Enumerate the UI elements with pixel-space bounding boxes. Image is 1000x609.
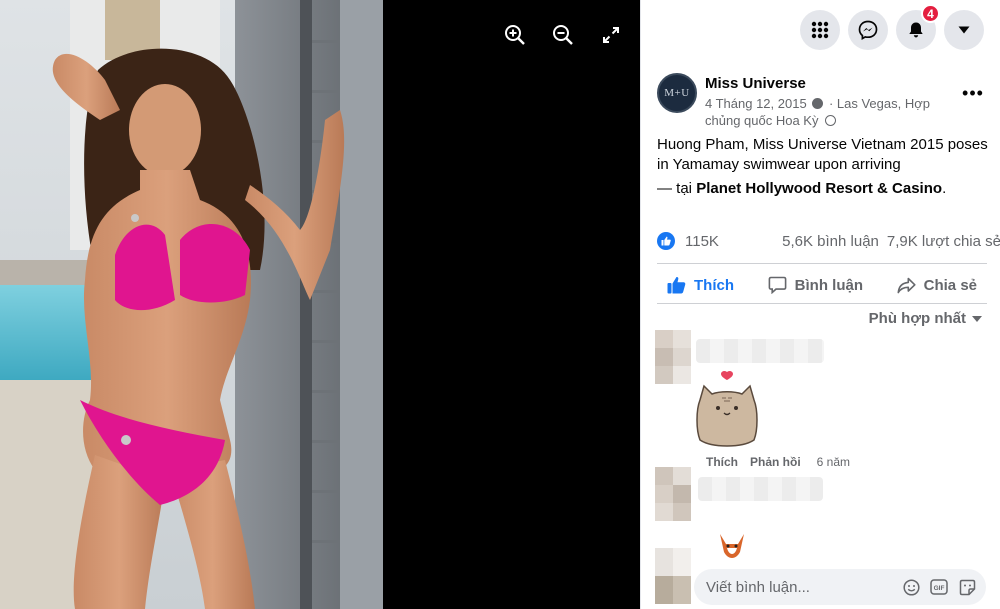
- menu-grid-button[interactable]: [800, 10, 840, 50]
- messenger-icon: [858, 20, 878, 40]
- zoom-in-icon[interactable]: [502, 22, 528, 48]
- checkin-line: — tại Planet Hollywood Resort & Casino.: [657, 180, 992, 197]
- bell-icon: [909, 22, 923, 38]
- sticker-cat: [692, 370, 762, 448]
- share-icon: [897, 277, 916, 293]
- post-side-panel: 4 M+U Miss Universe 4 Tháng 12, 2015 · L…: [640, 0, 1000, 609]
- page-avatar[interactable]: M+U: [657, 73, 697, 113]
- post-caption: Huong Pham, Miss Universe Vietnam 2015 p…: [657, 136, 988, 173]
- commenter-avatar[interactable]: [655, 467, 691, 521]
- divider: [657, 263, 987, 264]
- comment-button[interactable]: Bình luận: [758, 276, 873, 294]
- post-header: M+U Miss Universe 4 Tháng 12, 2015 · Las…: [657, 73, 987, 133]
- globe-icon: [825, 115, 837, 126]
- composer-tools: GIF: [902, 578, 976, 596]
- post-photo[interactable]: [0, 0, 383, 609]
- post-meta: 4 Tháng 12, 2015 · Las Vegas, Hợp chủng …: [705, 96, 930, 128]
- sticker-dog: [716, 530, 748, 562]
- zoom-out-icon[interactable]: [550, 22, 576, 48]
- comment-timestamp[interactable]: 6 năm: [817, 455, 850, 469]
- svg-text:GIF: GIF: [934, 585, 945, 592]
- comment-count[interactable]: 5,6K bình luận: [782, 233, 879, 250]
- checkin-place-link[interactable]: Planet Hollywood Resort & Casino: [696, 180, 942, 197]
- share-button[interactable]: Chia sẻ: [887, 277, 987, 294]
- notifications-button[interactable]: 4: [896, 4, 940, 50]
- comment-reply-link[interactable]: Phản hồi: [750, 455, 801, 469]
- top-nav: 4: [800, 4, 984, 50]
- emoji-icon[interactable]: [902, 578, 920, 596]
- checkin-suffix: .: [942, 180, 947, 197]
- gif-icon[interactable]: GIF: [930, 578, 948, 596]
- commenter-avatar[interactable]: [655, 330, 691, 384]
- caret-down-icon: [972, 315, 982, 322]
- fullscreen-icon[interactable]: [598, 22, 624, 48]
- comment-composer: GIF: [694, 569, 986, 605]
- thumbs-up-icon: [667, 276, 686, 294]
- photo-viewer: [0, 0, 640, 609]
- post-stats: 115K 5,6K bình luận 7,9K lượt chia sẻ: [657, 232, 1000, 252]
- like-button[interactable]: Thích: [657, 276, 744, 294]
- checkin-prefix: — tại: [657, 180, 693, 197]
- messenger-button[interactable]: [848, 10, 888, 50]
- commenter-name[interactable]: [696, 339, 824, 363]
- sort-label: Phù hợp nhất: [868, 310, 966, 327]
- post-actions: Thích Bình luận Chia sẻ: [657, 268, 987, 302]
- divider: [657, 303, 987, 304]
- comment-input[interactable]: [706, 569, 896, 605]
- clock-icon: [812, 98, 824, 109]
- comment-icon: [768, 276, 787, 294]
- comment-like-link[interactable]: Thích: [706, 455, 738, 469]
- sticker-icon[interactable]: [958, 578, 976, 596]
- commenter-name[interactable]: [698, 477, 823, 501]
- comment-sort-dropdown[interactable]: Phù hợp nhất: [869, 310, 982, 327]
- current-user-avatar[interactable]: [655, 548, 691, 604]
- like-label: Thích: [694, 276, 734, 294]
- share-count[interactable]: 7,9K lượt chia sẻ: [887, 233, 1000, 250]
- grid-icon: [811, 21, 829, 39]
- page-name[interactable]: Miss Universe: [705, 75, 806, 92]
- notification-count-badge: 4: [921, 4, 940, 23]
- comment-actions: Thích Phản hồi 6 năm: [706, 455, 850, 469]
- viewer-toolbar: [502, 22, 624, 48]
- like-count[interactable]: 115K: [685, 233, 719, 250]
- caret-down-icon: [958, 26, 970, 34]
- account-menu-button[interactable]: [944, 10, 984, 50]
- share-label: Chia sẻ: [923, 276, 977, 294]
- post-options-button[interactable]: •••: [959, 79, 987, 107]
- like-reaction-icon[interactable]: [657, 232, 675, 250]
- comment-label: Bình luận: [794, 276, 863, 294]
- post-date[interactable]: 4 Tháng 12, 2015: [705, 96, 807, 111]
- app-root: 4 M+U Miss Universe 4 Tháng 12, 2015 · L…: [0, 0, 1000, 609]
